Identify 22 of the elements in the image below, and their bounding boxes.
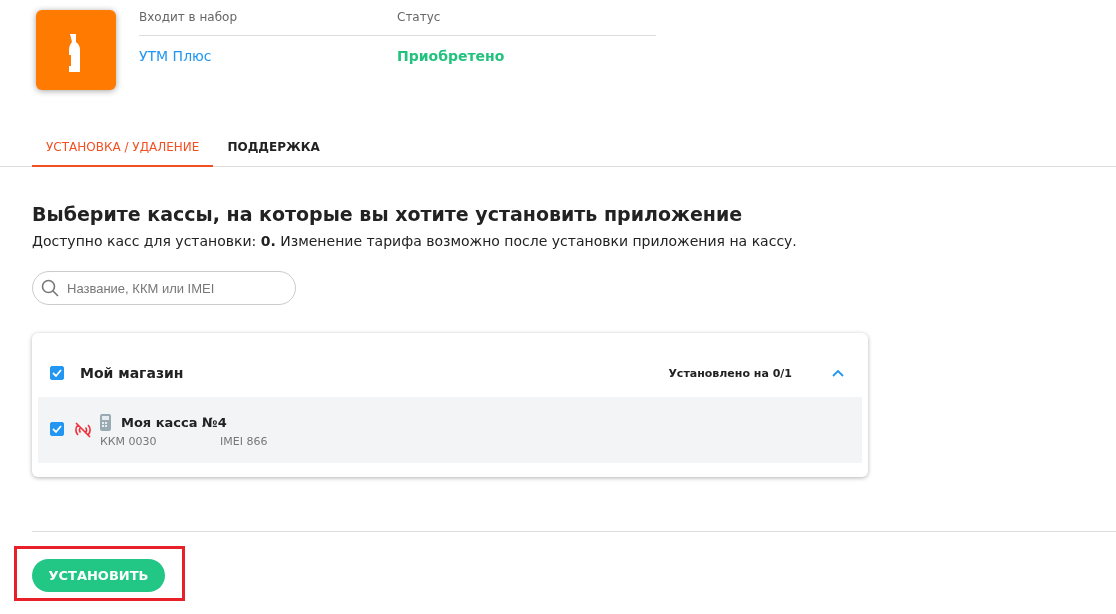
checkbox[interactable] [50, 422, 64, 436]
store-name: Мой магазин [80, 365, 185, 381]
register-row[interactable]: Моя касса №4 ККМ 0030 IMEI 866 [38, 397, 862, 463]
tab[interactable]: УСТАНОВКА / УДАЛЕНИЕ [32, 128, 214, 167]
search-icon [41, 279, 59, 297]
checkbox[interactable] [50, 366, 64, 380]
install-button[interactable]: УСТАНОВИТЬ [32, 559, 165, 592]
tab[interactable]: ПОДДЕРЖКА [213, 128, 334, 167]
set-link[interactable]: УТМ Плюс [139, 48, 397, 64]
no-signal-icon [74, 421, 92, 439]
kkm-number: ККМ 0030 [100, 435, 158, 448]
status-value: Приобретено [397, 48, 505, 64]
search-field[interactable]: Название, ККМ или IMEI [32, 271, 296, 305]
installed-count: Установлено на 0/1 [668, 366, 792, 380]
description-text: Доступно касс для установки: 0. Изменение тарифа возможно после установки приложения на кассу. [32, 233, 798, 249]
status-label: Статус [397, 10, 441, 26]
terminal-icon [100, 414, 111, 431]
imei-number: IMEI 866 [220, 435, 268, 448]
chevron-icon[interactable] [832, 369, 844, 377]
section-heading: Выберите кассы, на которые вы хотите установить приложение [32, 203, 744, 225]
set-label: Входит в набор [139, 10, 239, 26]
register-name: Моя касса №4 [121, 415, 227, 430]
